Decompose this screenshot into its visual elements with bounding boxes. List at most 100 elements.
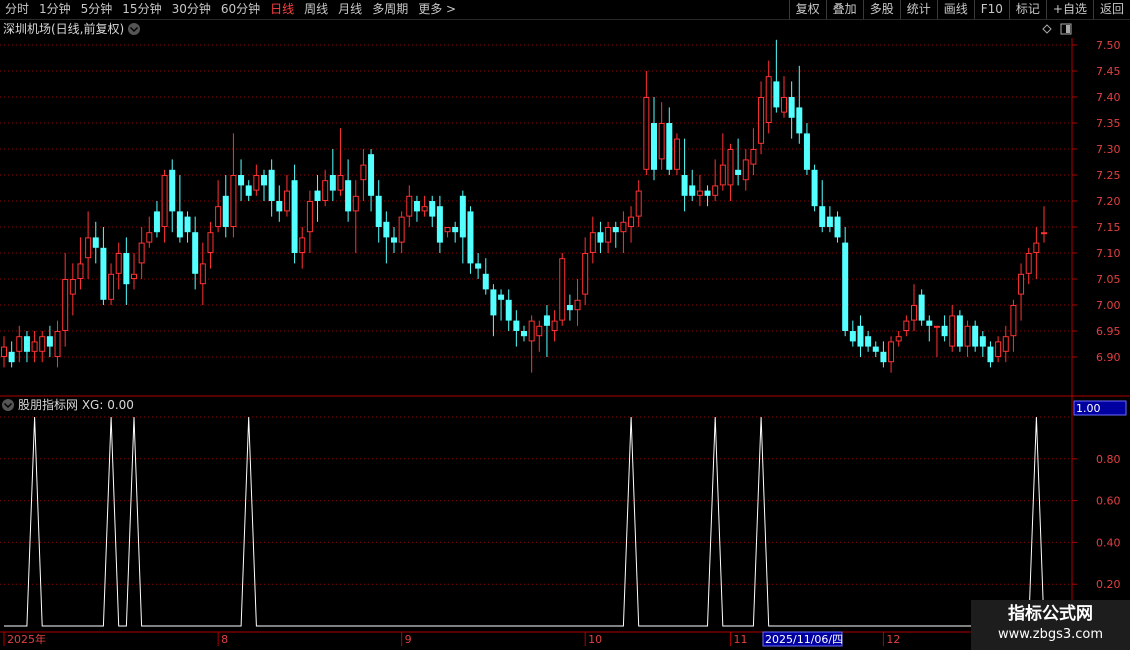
candle-body [352,195,359,212]
candle-body [566,305,573,311]
candle-body [62,279,69,331]
candle-body [696,190,703,196]
candle-body [69,279,76,295]
candle-body [230,175,237,227]
candle-body [865,336,872,347]
candle-body [528,320,535,342]
price-tick-label: 7.30 [1096,143,1121,156]
candle-body [712,185,719,196]
candle-body [750,149,757,165]
tool-button-5[interactable]: F10 [973,0,1009,19]
candle-body [635,190,642,217]
candle-body [398,216,405,243]
price-tick-label: 7.50 [1096,39,1121,52]
candle-body [329,175,336,191]
tool-button-7[interactable]: +自选 [1045,0,1093,19]
tool-button-6[interactable]: 标记 [1008,0,1046,19]
price-tick-label: 7.25 [1096,169,1121,182]
candle-body [1041,232,1047,235]
candle-body [933,325,940,328]
period-tab-1[interactable]: 1分钟 [34,0,76,19]
candle-body [605,227,612,243]
candle-body [612,227,619,233]
candle-body [85,237,92,259]
candle-body [643,97,650,170]
candle-body [765,76,772,123]
indicator-tick-label: 0.20 [1096,578,1121,591]
candle-body [490,289,497,316]
tool-button-4[interactable]: 画线 [936,0,974,19]
indicator-tick-label: 0.60 [1096,495,1121,508]
candle-body [31,341,38,352]
candle-body [505,299,512,321]
kline-chart[interactable]: 深圳机场(日线,前复权) 7.50 7.45 7.40 7.35 7.30 7.25 7.2… [0,20,1130,650]
candle-body [589,232,596,253]
period-tab-3[interactable]: 15分钟 [117,0,166,19]
tool-button-1[interactable]: 叠加 [825,0,863,19]
candle-body [322,180,329,201]
candle-body [972,325,979,347]
indicator-value-box: 1.00 [1073,400,1127,416]
candle-body [222,195,229,227]
candle-body [987,346,994,363]
candle [673,133,680,175]
candle-body [16,336,23,352]
candle-body [964,325,971,347]
tool-button-8[interactable]: 返回 [1092,0,1130,19]
candle-body [276,201,283,212]
period-tab-10[interactable]: 更多 > [413,0,461,19]
candle-body [727,149,734,186]
cursor-date: 2025/11/06/四 [765,633,843,646]
tool-button-0[interactable]: 复权 [788,0,826,19]
candle-body [436,206,443,243]
candle-body [153,211,160,233]
tool-button-3[interactable]: 统计 [899,0,937,19]
candle-body [796,107,803,134]
candle-body [306,201,313,233]
candle-body [536,325,543,337]
candle-body [888,341,895,363]
indicator-tick-label: 0.40 [1096,536,1121,549]
candle-body [245,185,252,196]
candle-body [199,263,206,285]
candle-body [788,97,795,118]
candle-body [1002,336,1009,352]
candle-body [115,253,122,274]
candle-body [482,273,489,290]
period-tab-2[interactable]: 5分钟 [76,0,118,19]
candle-body [926,320,933,326]
date-label: 12 [886,633,900,646]
candle-body [620,221,627,233]
candle-body [345,180,352,212]
candle-body [100,247,107,300]
candle-body [842,242,849,331]
cursor-date-box: 2025/11/06/四 [762,631,843,647]
candle-body [459,195,466,238]
candle-body [421,206,428,212]
period-tab-4[interactable]: 30分钟 [167,0,216,19]
period-tab-6[interactable]: 日线 [265,0,299,19]
period-tab-7[interactable]: 周线 [299,0,333,19]
period-tab-5[interactable]: 60分钟 [216,0,265,19]
candle-body [176,211,183,238]
candle-body [857,325,864,347]
candle-body [903,320,910,332]
candle-body [1018,273,1025,295]
candle-body [360,164,367,181]
watermark: 指标公式网 www.zbgs3.com [971,600,1130,650]
candle-body [918,294,925,321]
watermark-url: www.zbgs3.com [997,627,1104,642]
candle-body [582,253,589,295]
main-panel-menu-icon[interactable] [128,23,140,35]
candle-body [8,351,15,363]
period-tab-9[interactable]: 多周期 [367,0,413,19]
date-label: 10 [588,633,602,646]
candle-body [261,175,267,186]
indicator-menu-icon[interactable] [2,399,14,411]
candle-body [819,206,826,227]
period-tab-8[interactable]: 月线 [333,0,367,19]
tool-button-2[interactable]: 多股 [862,0,900,19]
candle-body [681,175,688,196]
price-tick-label: 6.95 [1096,325,1121,338]
period-tab-0[interactable]: 分时 [0,0,34,19]
